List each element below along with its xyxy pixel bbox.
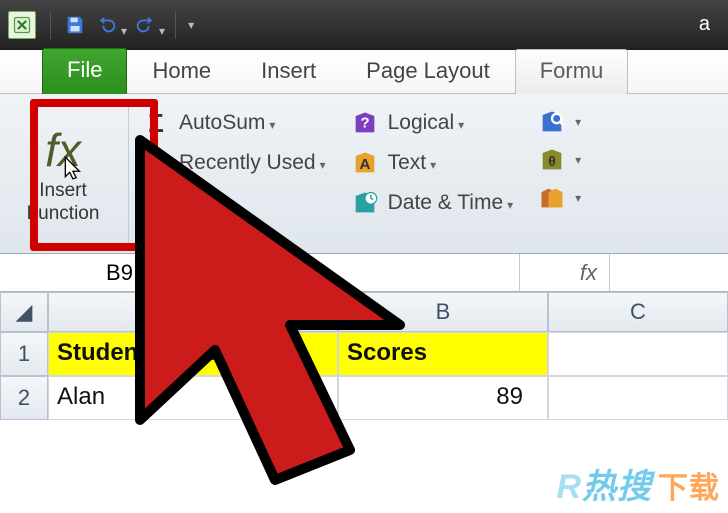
more-functions-icon: [537, 184, 567, 212]
date-time-button[interactable]: Date & Time: [346, 186, 518, 220]
svg-text:θ: θ: [548, 153, 556, 169]
cell-b1[interactable]: Scores: [338, 332, 548, 376]
math-icon: θ: [537, 146, 567, 174]
group-function-library: fx Insert Function: [6, 100, 129, 247]
qat-separator-2: [175, 11, 176, 39]
watermark-r: R: [556, 468, 582, 506]
undo-dropdown[interactable]: ▾: [121, 24, 127, 38]
financial-button[interactable]: [137, 186, 330, 220]
cell-a1[interactable]: Student Name: [48, 332, 338, 376]
logical-icon: ?: [350, 108, 380, 138]
select-all-corner[interactable]: ◢: [0, 292, 48, 332]
more-functions-button[interactable]: ▾: [533, 182, 585, 214]
tab-insert[interactable]: Insert: [236, 49, 341, 94]
tab-file[interactable]: File: [42, 48, 127, 94]
group-lib-col-1: Σ AutoSum Recently Used: [129, 100, 338, 247]
name-box-dropdown-icon: ▾: [225, 266, 231, 280]
ribbon: fx Insert Function Σ AutoSum Recently Us…: [0, 94, 728, 254]
window-title: a: [198, 13, 720, 36]
date-time-label: Date & Time: [388, 191, 514, 215]
lookup-button[interactable]: ▾: [533, 106, 585, 138]
undo-button[interactable]: [91, 10, 123, 40]
redo-dropdown[interactable]: ▾: [159, 24, 165, 38]
col-header-a[interactable]: A: [48, 292, 338, 332]
cell-a2[interactable]: Alan: [48, 376, 338, 420]
cell-c2[interactable]: [548, 376, 728, 420]
text-button[interactable]: A Text: [346, 146, 518, 180]
redo-icon: [134, 14, 156, 36]
autosum-label: AutoSum: [179, 111, 275, 135]
qat-separator: [50, 11, 51, 39]
col-header-c[interactable]: C: [548, 292, 728, 332]
worksheet-grid: ◢ A B C 1 Student Name Scores 2 Alan 89: [0, 292, 728, 420]
svg-text:?: ?: [360, 115, 369, 132]
cell-b2[interactable]: 89: [338, 376, 548, 420]
svg-text:A: A: [359, 156, 370, 173]
autosum-button[interactable]: Σ AutoSum: [137, 106, 330, 140]
text-icon: A: [350, 148, 380, 178]
recently-used-label: Recently Used: [179, 151, 326, 175]
recently-used-icon: [141, 148, 171, 178]
watermark-cn: 下载: [658, 472, 720, 505]
save-icon: [64, 14, 86, 36]
row-header-2[interactable]: 2: [0, 376, 48, 420]
undo-icon: [96, 14, 118, 36]
formula-bar: B9 ▾ fx: [0, 254, 728, 292]
customize-qat[interactable]: ▾: [188, 18, 194, 32]
watermark: R热搜下载: [556, 459, 720, 508]
sigma-icon: Σ: [141, 108, 171, 138]
col-header-b[interactable]: B: [338, 292, 548, 332]
math-button[interactable]: θ ▾: [533, 144, 585, 176]
recently-used-button[interactable]: Recently Used: [137, 146, 330, 180]
ribbon-tabs: File Home Insert Page Layout Formu: [0, 50, 728, 94]
insert-function-label-1: Insert: [39, 181, 87, 202]
mouse-cursor-icon: [61, 155, 87, 181]
watermark-text: 热搜: [582, 468, 652, 506]
insert-function-label-2: Function: [27, 204, 100, 225]
date-time-icon: [350, 188, 380, 218]
logical-button[interactable]: ? Logical: [346, 106, 518, 140]
logical-label: Logical: [388, 111, 465, 135]
insert-function-button[interactable]: fx Insert Function: [8, 117, 118, 231]
lookup-icon: [537, 108, 567, 136]
formula-input[interactable]: [610, 254, 728, 291]
tab-home[interactable]: Home: [127, 49, 236, 94]
text-label: Text: [388, 151, 437, 175]
excel-icon: [12, 15, 32, 35]
redo-button[interactable]: [129, 10, 161, 40]
excel-app-icon[interactable]: [8, 11, 36, 39]
formula-bar-spacer: [240, 254, 520, 291]
name-box-value: B9: [106, 260, 133, 286]
cell-c1[interactable]: [548, 332, 728, 376]
fx-label: fx: [580, 260, 597, 286]
tab-page-layout[interactable]: Page Layout: [341, 49, 515, 94]
save-button[interactable]: [59, 10, 91, 40]
name-box[interactable]: B9 ▾: [0, 254, 240, 291]
tab-formulas[interactable]: Formu: [515, 49, 629, 94]
row-header-1[interactable]: 1: [0, 332, 48, 376]
group-lib-col-3: ▾ θ ▾ ▾: [525, 100, 593, 247]
fx-icon: fx: [45, 123, 81, 179]
group-lib-col-2: ? Logical A Text Date & Time: [338, 100, 526, 247]
title-bar: ▾ ▾ ▾ a: [0, 0, 728, 50]
fx-button[interactable]: fx: [520, 254, 610, 291]
financial-icon: [141, 188, 171, 218]
